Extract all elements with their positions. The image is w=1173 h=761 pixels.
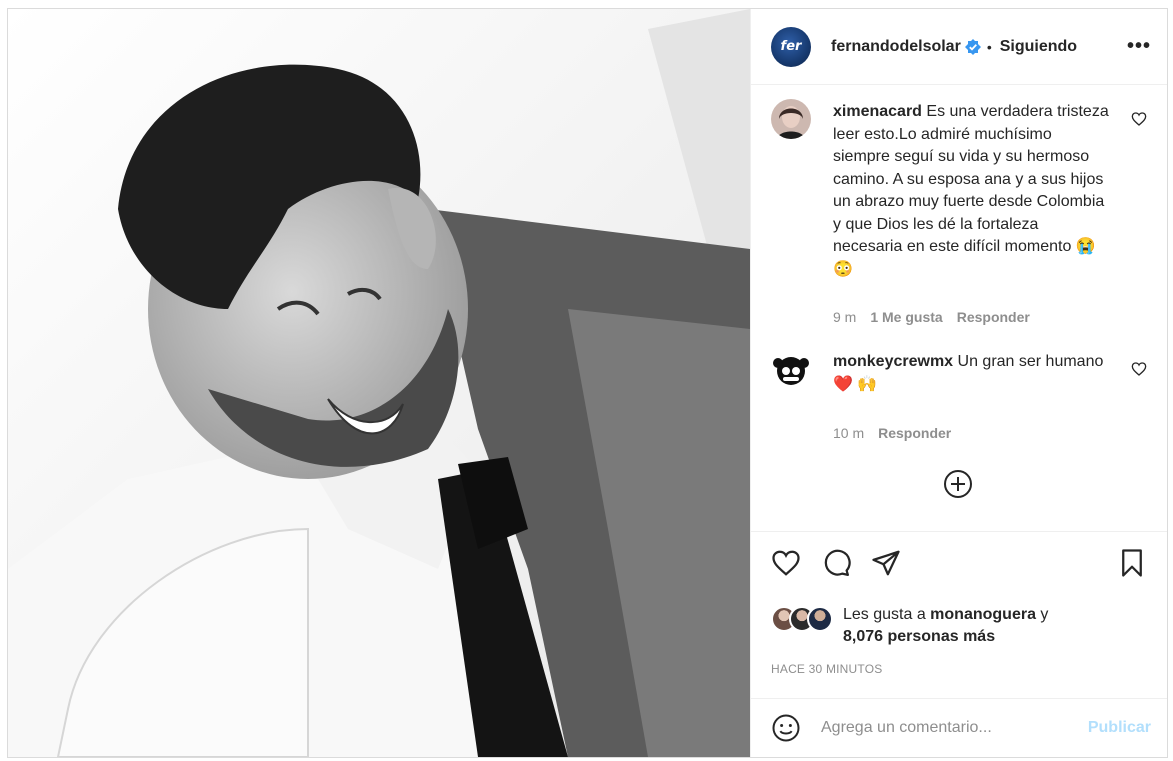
comment-username[interactable]: ximenacard	[833, 103, 922, 120]
post-photo	[8, 9, 750, 757]
share-paper-plane-icon[interactable]	[871, 548, 901, 578]
post-header: fer fernandodelsolar • Siguiendo •••	[751, 9, 1167, 85]
header-separator: •	[986, 38, 992, 55]
verified-badge-icon	[964, 38, 981, 55]
comment-meta: 9 m 1 Me gusta Responder	[833, 309, 1030, 325]
add-comment-bar: Agrega un comentario... Publicar	[751, 698, 1167, 757]
comment-bubble-icon[interactable]	[821, 548, 851, 578]
post-modal: fer fernandodelsolar • Siguiendo ••• xim…	[7, 8, 1168, 758]
comment-text: Es una verdadera tristeza leer esto.Lo a…	[833, 103, 1109, 278]
save-bookmark-icon[interactable]	[1117, 548, 1147, 578]
comment-content: ximenacard Es una verdadera tristeza lee…	[833, 101, 1111, 281]
comment-meta: 10 m Responder	[833, 425, 951, 441]
comment-item: ximenacard Es una verdadera tristeza lee…	[771, 85, 1147, 325]
commenter-avatar[interactable]	[771, 349, 811, 389]
likes-others[interactable]: 8,076 personas más	[843, 628, 995, 645]
post-timestamp[interactable]: HACE 30 MINUTOS	[771, 662, 882, 676]
liker-avatars[interactable]	[771, 606, 835, 632]
post-side-panel: fer fernandodelsolar • Siguiendo ••• xim…	[750, 9, 1167, 757]
comments-list: ximenacard Es una verdadera tristeza lee…	[751, 85, 1167, 531]
author-username[interactable]: fernandodelsolar	[831, 38, 961, 56]
action-bar	[771, 548, 1147, 580]
more-options-icon[interactable]: •••	[1127, 35, 1151, 58]
reply-button[interactable]: Responder	[957, 309, 1030, 325]
comment-content: monkeycrewmx Un gran ser humano ❤️ 🙌	[833, 351, 1111, 396]
comment-input[interactable]: Agrega un comentario...	[821, 719, 1088, 737]
comment-time: 10 m	[833, 425, 865, 441]
reply-button[interactable]: Responder	[878, 425, 951, 441]
like-heart-icon[interactable]	[771, 548, 801, 578]
following-button[interactable]: Siguiendo	[1000, 38, 1077, 56]
publish-button[interactable]: Publicar	[1088, 719, 1151, 737]
likes-prefix: Les gusta a	[843, 606, 931, 623]
comment-item: monkeycrewmx Un gran ser humano ❤️ 🙌 10 …	[771, 335, 1147, 445]
likes-connector: y	[1035, 606, 1049, 623]
post-actions: Les gusta a monanoguera y 8,076 personas…	[751, 531, 1167, 702]
author-avatar[interactable]: fer	[771, 26, 811, 67]
comment-time: 9 m	[833, 309, 857, 325]
like-comment-heart-icon[interactable]	[1131, 361, 1147, 377]
post-image	[8, 9, 750, 757]
commenter-avatar[interactable]	[771, 99, 811, 139]
liker-username[interactable]: monanoguera	[930, 606, 1036, 623]
liker-avatar	[807, 606, 833, 632]
like-comment-heart-icon[interactable]	[1131, 111, 1147, 127]
likes-text: Les gusta a monanoguera y 8,076 personas…	[843, 604, 1103, 648]
comment-likes[interactable]: 1 Me gusta	[870, 309, 942, 325]
comment-username[interactable]: monkeycrewmx	[833, 353, 953, 370]
load-more-comments-icon[interactable]	[942, 468, 974, 500]
emoji-smiley-icon[interactable]	[771, 713, 801, 743]
